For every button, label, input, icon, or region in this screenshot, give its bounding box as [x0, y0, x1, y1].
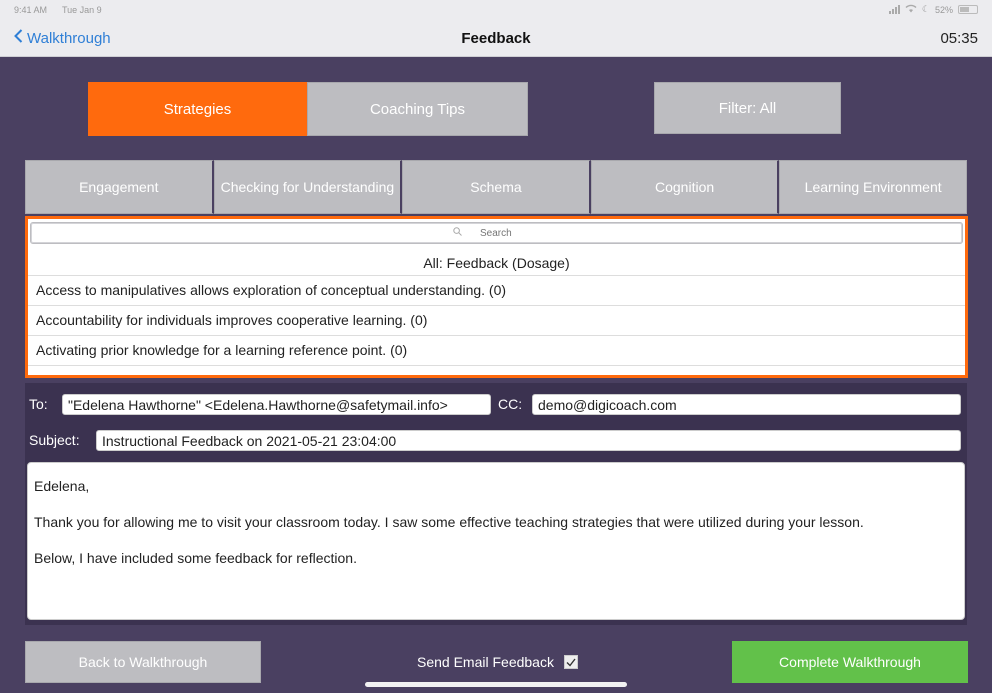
category-tabs: Engagement Checking for Understanding Sc… — [25, 160, 967, 214]
search-bar[interactable] — [30, 222, 963, 244]
subject-field[interactable]: Instructional Feedback on 2021-05-21 23:… — [96, 430, 961, 451]
list-item[interactable]: Accountability for individuals improves … — [28, 306, 965, 336]
nav-bar: Walkthrough Feedback 05:35 — [0, 20, 992, 57]
subject-label: Subject: — [29, 432, 80, 448]
list-header: All: Feedback (Dosage) — [28, 244, 965, 276]
status-date: Tue Jan 9 — [62, 5, 102, 15]
category-schema[interactable]: Schema — [402, 160, 591, 214]
wifi-icon — [905, 4, 917, 15]
send-email-label: Send Email Feedback — [417, 654, 554, 670]
search-input[interactable] — [480, 227, 540, 239]
list-item-partial[interactable] — [28, 366, 965, 375]
to-label: To: — [29, 396, 48, 412]
moon-icon: ☾ — [921, 4, 930, 14]
search-icon — [453, 227, 462, 239]
category-cognition[interactable]: Cognition — [590, 160, 780, 214]
category-learning-environment[interactable]: Learning Environment — [779, 160, 967, 214]
back-to-walkthrough-button[interactable]: Back to Walkthrough — [25, 641, 261, 683]
signal-icon — [888, 5, 900, 14]
status-bar: 9:41 AM Tue Jan 9 ☾ 52% — [0, 0, 992, 20]
page-title: Feedback — [461, 30, 531, 47]
send-email-checkbox[interactable] — [563, 655, 578, 669]
send-email-feedback: Send Email Feedback — [417, 654, 578, 670]
to-field[interactable]: "Edelena Hawthorne" <Edelena.Hawthorne@s… — [62, 394, 491, 415]
filter-button[interactable]: Filter: All — [654, 82, 841, 134]
email-body-line: Below, I have included some feedback for… — [34, 550, 357, 566]
home-indicator — [365, 682, 627, 687]
tab-coaching-tips[interactable]: Coaching Tips — [307, 82, 528, 136]
email-body[interactable]: Edelena, Thank you for allowing me to vi… — [27, 462, 965, 620]
cc-field[interactable]: demo@digicoach.com — [532, 394, 961, 415]
category-engagement[interactable]: Engagement — [25, 160, 214, 214]
session-timer: 05:35 — [940, 30, 978, 47]
battery-icon — [958, 5, 978, 14]
tab-strategies[interactable]: Strategies — [88, 82, 307, 136]
list-item[interactable]: Activating prior knowledge for a learnin… — [28, 336, 965, 366]
battery-percent: 52% — [934, 4, 953, 15]
category-checking-for-understanding[interactable]: Checking for Understanding — [213, 160, 403, 214]
list-item[interactable]: Access to manipulatives allows explorati… — [28, 276, 965, 306]
complete-walkthrough-button[interactable]: Complete Walkthrough — [732, 641, 968, 683]
strategy-list: All: Feedback (Dosage) Access to manipul… — [25, 216, 968, 378]
status-time: 9:41 AM — [14, 5, 48, 15]
cc-label: CC: — [498, 396, 523, 412]
status-right: ☾ 52% — [888, 4, 978, 15]
email-body-line: Thank you for allowing me to visit your … — [34, 514, 864, 530]
email-body-line: Edelena, — [34, 478, 90, 494]
